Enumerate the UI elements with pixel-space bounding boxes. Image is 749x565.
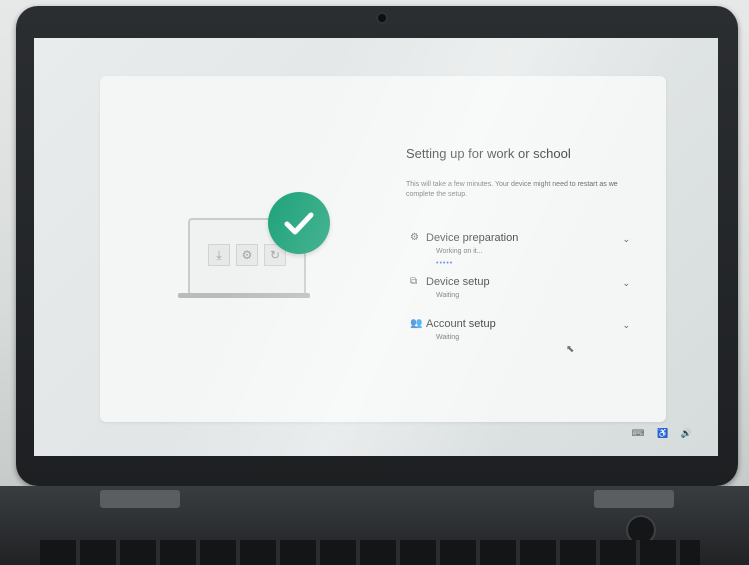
devices-icon: ⧉ (410, 276, 418, 287)
step-status: Waiting (436, 334, 460, 341)
progress-indicator: ••••• (436, 260, 454, 267)
illustration-laptop-base (178, 293, 310, 298)
step-status: Working on it... (436, 248, 483, 255)
oobe-setup-panel: ⤓ ⚙ ↻ Setting up for work or school This… (100, 76, 666, 422)
step-device-preparation[interactable]: ⚙ Device preparation Working on it... ••… (410, 232, 630, 270)
page-subtitle: This will take a few minutes. Your devic… (406, 181, 618, 198)
webcam (378, 14, 386, 22)
gear-icon: ⚙ (236, 244, 258, 266)
step-title: Device preparation (426, 232, 519, 244)
step-account-setup[interactable]: 👥 Account setup Waiting ⌄ (410, 318, 630, 356)
screen: ⤓ ⚙ ↻ Setting up for work or school This… (34, 38, 718, 456)
system-tray: ⌨ ♿ 🔊 (622, 428, 692, 439)
download-icon: ⤓ (208, 244, 230, 266)
keyboard (40, 540, 700, 565)
chevron-down-icon[interactable]: ⌄ (622, 320, 630, 331)
hinge-left (100, 490, 180, 508)
step-title: Account setup (426, 318, 496, 330)
chevron-down-icon[interactable]: ⌄ (622, 278, 630, 289)
accessibility-icon[interactable]: ♿ (657, 428, 668, 438)
page-title: Setting up for work or school (406, 146, 571, 161)
volume-icon[interactable]: 🔊 (681, 428, 692, 438)
step-status: Waiting (436, 292, 460, 299)
step-device-setup[interactable]: ⧉ Device setup Waiting ⌄ (410, 276, 630, 314)
people-icon: 👥 (410, 318, 423, 329)
gear-icon: ⚙ (410, 232, 419, 243)
mouse-cursor-icon: ⬉ (566, 344, 575, 355)
hinge-right (594, 490, 674, 508)
keyboard-icon[interactable]: ⌨ (632, 428, 645, 438)
step-title: Device setup (426, 276, 490, 288)
checkmark-icon (268, 192, 330, 254)
chevron-down-icon[interactable]: ⌄ (622, 234, 630, 245)
